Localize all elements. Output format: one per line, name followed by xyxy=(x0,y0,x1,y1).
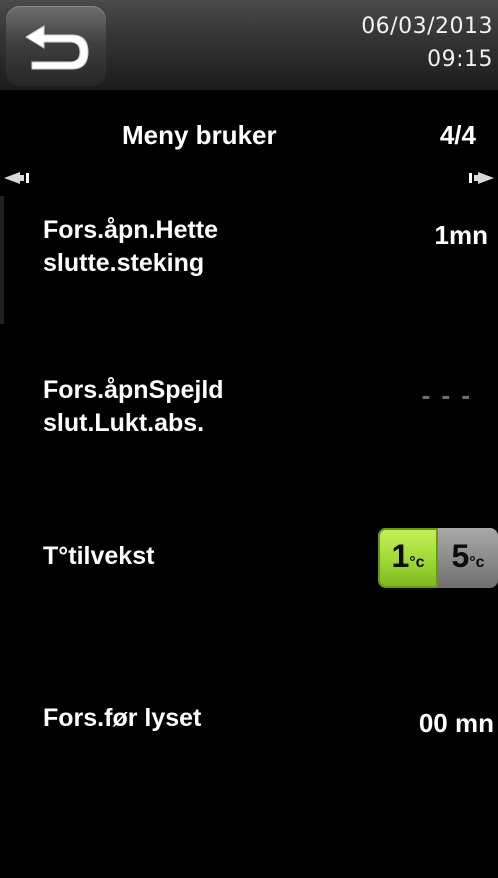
setting-label-temperature-increment[interactable]: T°tilvekst xyxy=(43,540,343,573)
setting-value-light-delay[interactable]: 00 mn xyxy=(419,708,494,739)
next-page-arrow-icon[interactable] xyxy=(454,170,494,186)
setting-value-hood-open-delay[interactable]: 1mn xyxy=(435,220,488,251)
setting-label-light-delay[interactable]: Fors.før lyset xyxy=(43,702,343,735)
increment-option-1c[interactable]: 1 °c xyxy=(378,528,438,588)
label-line: T°tilvekst xyxy=(43,542,155,570)
menu-title: Meny bruker xyxy=(122,120,277,150)
back-button[interactable] xyxy=(6,6,106,86)
increment-option-5c[interactable]: 5 °c xyxy=(438,528,498,588)
scroll-edge-indicator xyxy=(0,196,4,324)
label-line: Fors.åpnSpejld xyxy=(43,376,224,404)
label-line: slut.Lukt.abs. xyxy=(43,409,205,437)
setting-label-damper-open-delay[interactable]: Fors.åpnSpejld slut.Lukt.abs. xyxy=(43,374,343,440)
label-line: Fors.før lyset xyxy=(43,704,202,732)
previous-page-arrow-icon[interactable] xyxy=(4,170,44,186)
label-line: Fors.åpn.Hette xyxy=(43,216,219,244)
page-indicator: 4/4 xyxy=(439,120,476,150)
back-arrow-icon xyxy=(25,25,89,70)
setting-label-hood-open-delay[interactable]: Fors.åpn.Hette slutte.steking xyxy=(43,214,343,280)
date-display: 06/03/2013 xyxy=(361,14,493,39)
top-bar: 06/03/2013 09:15 xyxy=(0,0,498,90)
label-line: slutte.steking xyxy=(43,249,205,277)
temperature-increment-toggle[interactable]: 1 °c 5 °c xyxy=(378,528,498,588)
time-display: 09:15 xyxy=(427,47,493,72)
setting-value-damper-open-delay[interactable]: - - - xyxy=(422,380,472,411)
